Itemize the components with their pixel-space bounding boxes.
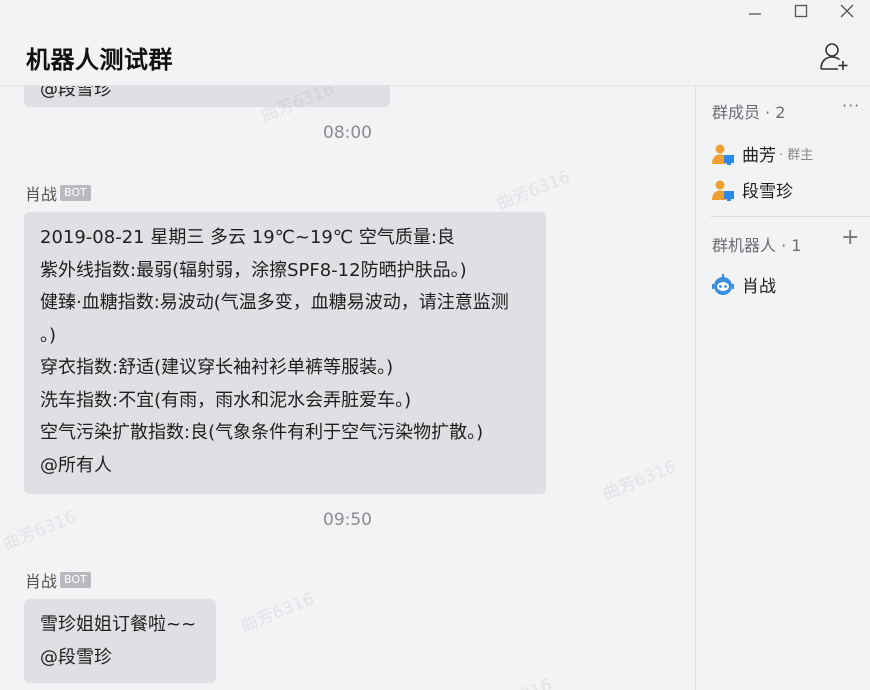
message-list[interactable]: @段雪珍 08:00 肖战 BOT 2019-08-21 星期三 多云 19℃~… [0, 86, 695, 690]
add-member-button[interactable] [818, 40, 850, 72]
sender-name[interactable]: 肖战 [25, 181, 57, 205]
member-name: 段雪珍 [742, 182, 793, 202]
watermark: 曲芳6316 [600, 457, 680, 505]
message-timestamp: 09:50 [323, 510, 372, 530]
message-line: 紫外线指数:最弱(辐射弱，涂擦SPF8-12防晒护肤品。) [40, 259, 467, 281]
close-button[interactable] [824, 0, 870, 22]
message-sender: 肖战 BOT [25, 181, 91, 205]
robot-item[interactable]: 肖战 [711, 272, 776, 297]
minimize-button[interactable] [732, 0, 778, 22]
user-avatar-icon [712, 144, 734, 165]
user-avatar-icon [712, 180, 734, 201]
group-info-panel: 群成员 · 2 ··· 曲芳 · 群主 段雪珍 群机器人 · 1 + 肖战 [695, 86, 870, 690]
members-title: 群成员 · 2 [712, 103, 786, 122]
message-line: 洗车指数:不宜(有雨，雨水和泥水会弄脏爱车。) [40, 389, 412, 411]
message-bubble: 雪珍姐姐订餐啦~~ @段雪珍 [24, 599, 216, 683]
message-bubble-partial: @段雪珍 [24, 86, 390, 107]
message-line: 雪珍姐姐订餐啦~~ [40, 614, 197, 635]
message-line: 健臻·血糖指数:易波动(气温多变，血糖易波动，请注意监测 [40, 292, 509, 313]
robot-name: 肖战 [742, 277, 776, 297]
watermark: 曲芳6316 [494, 167, 574, 215]
message-line: @所有人 [40, 454, 112, 476]
robots-title: 群机器人 · 1 [712, 236, 802, 255]
chat-header: 机器人测试群 [0, 22, 870, 86]
section-divider [710, 216, 870, 217]
message-line: @段雪珍 [40, 646, 112, 668]
page-title: 机器人测试群 [26, 46, 173, 74]
watermark: 曲芳6316 [474, 670, 555, 690]
maximize-icon [794, 4, 808, 18]
message-line: @段雪珍 [40, 86, 112, 100]
member-item[interactable]: 曲芳 · 群主 [711, 141, 813, 166]
member-name: 曲芳 [742, 146, 776, 166]
member-role: · 群主 [779, 148, 814, 163]
bot-badge: BOT [60, 572, 91, 588]
message-line: 2019-08-21 星期三 多云 19℃~19℃ 空气质量:良 [40, 227, 455, 248]
message-line: 穿衣指数:舒适(建议穿长袖衬衫单裤等服装。) [40, 357, 394, 378]
minimize-icon [749, 13, 761, 15]
message-line: 空气污染扩散指数:良(气象条件有利于空气污染物扩散。) [40, 422, 484, 443]
bot-badge: BOT [60, 185, 91, 201]
more-options-button[interactable]: ··· [842, 96, 860, 115]
sender-name[interactable]: 肖战 [25, 568, 57, 592]
watermark: 曲芳6316 [238, 589, 318, 637]
message-line: 。) [40, 324, 57, 346]
message-bubble: 2019-08-21 星期三 多云 19℃~19℃ 空气质量:良 紫外线指数:最… [24, 212, 546, 494]
message-sender: 肖战 BOT [25, 568, 91, 592]
maximize-button[interactable] [778, 0, 824, 22]
robot-icon [712, 273, 734, 295]
add-robot-button[interactable]: + [841, 227, 859, 249]
message-timestamp: 08:00 [323, 123, 372, 143]
close-icon [840, 4, 854, 18]
window-controls [732, 0, 870, 22]
add-person-icon [820, 43, 848, 70]
member-item[interactable]: 段雪珍 [711, 177, 793, 202]
